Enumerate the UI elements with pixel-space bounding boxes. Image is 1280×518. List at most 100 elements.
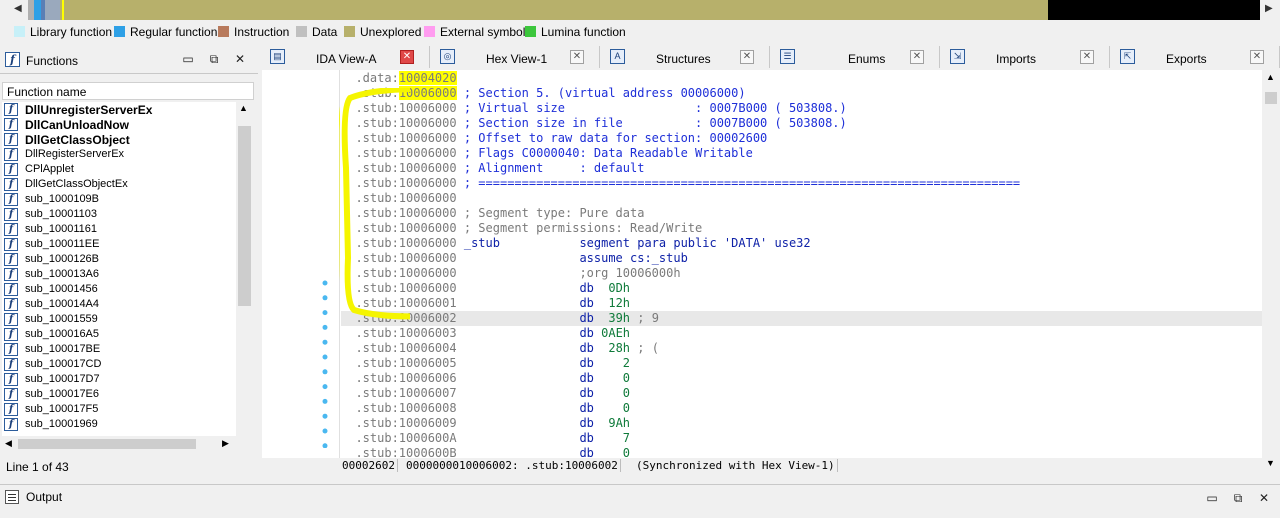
function-list-item[interactable]: f sub_100017E6: [2, 387, 236, 402]
function-list-item[interactable]: f sub_100011EE: [2, 237, 236, 252]
disasm-line[interactable]: .stub:10006000 ; Offset to raw data for …: [341, 131, 1262, 146]
disasm-line[interactable]: .stub:10006008 db 0: [341, 401, 1262, 416]
function-list-item[interactable]: f CPlApplet: [2, 162, 236, 177]
function-list-item[interactable]: f DllGetClassObjectEx: [2, 177, 236, 192]
scrollbar-thumb[interactable]: [238, 126, 251, 306]
minimize-button[interactable]: ▭: [1204, 490, 1220, 506]
disasm-line[interactable]: .stub:10006000 _stub segment para public…: [341, 236, 1262, 251]
disasm-line[interactable]: .stub:10006000 ; Section size in file : …: [341, 116, 1262, 131]
function-list-item[interactable]: f sub_100017BE: [2, 342, 236, 357]
line-address[interactable]: .data:10004020: [355, 71, 457, 85]
line-address[interactable]: .stub:10006000: [355, 161, 456, 175]
line-address[interactable]: .stub:10006000: [355, 221, 456, 235]
disasm-line[interactable]: .stub:10006000 ;org 10006000h: [341, 266, 1262, 281]
function-list-item[interactable]: f sub_1000126B: [2, 252, 236, 267]
function-list-item[interactable]: f sub_10001559: [2, 312, 236, 327]
function-list-item[interactable]: f sub_100017F5: [2, 402, 236, 417]
disasm-line[interactable]: .stub:10006000 ; Segment type: Pure data: [341, 206, 1262, 221]
tab-hex-view-1[interactable]: ◎ Hex View-1 ✕: [432, 46, 600, 68]
functions-list[interactable]: f DllUnregisterServerEx f DllCanUnloadNow f D…: [2, 102, 236, 436]
line-address[interactable]: .stub:10006003: [355, 326, 456, 340]
line-address[interactable]: .stub:10006001: [355, 296, 456, 310]
line-address[interactable]: .stub:10006000: [355, 131, 456, 145]
line-address[interactable]: .stub:10006000: [355, 86, 457, 100]
disasm-line[interactable]: .stub:10006005 db 2: [341, 356, 1262, 371]
close-tab-icon[interactable]: ✕: [1080, 50, 1094, 64]
disasm-line[interactable]: .stub:10006000 ; Alignment : default: [341, 161, 1262, 176]
restore-button[interactable]: ⧉: [1230, 490, 1246, 506]
function-list-item[interactable]: f sub_100017CD: [2, 357, 236, 372]
disasm-line[interactable]: .stub:10006009 db 9Ah: [341, 416, 1262, 431]
restore-button[interactable]: ⧉: [206, 51, 222, 67]
disassembly-listing[interactable]: .data:10004020 .stub:10006000 ; Section …: [341, 70, 1262, 458]
scrollbar-thumb[interactable]: [1265, 92, 1277, 104]
line-address[interactable]: .stub:10006000: [355, 206, 456, 220]
disasm-line[interactable]: .stub:10006000 ; Segment permissions: Re…: [341, 221, 1262, 236]
disassembly-vertical-scrollbar[interactable]: ▲ ▼: [1262, 70, 1280, 472]
function-list-item[interactable]: f DllCanUnloadNow: [2, 117, 236, 132]
line-address[interactable]: .stub:10006000: [355, 176, 456, 190]
highlighted-address[interactable]: 10004020: [398, 71, 457, 85]
function-list-item[interactable]: f DllUnregisterServerEx: [2, 102, 236, 117]
functions-vertical-scrollbar[interactable]: ▲: [236, 102, 253, 436]
disasm-line[interactable]: .stub:1000600B db 0: [341, 446, 1262, 458]
disasm-line[interactable]: .stub:10006006 db 0: [341, 371, 1262, 386]
line-address[interactable]: .stub:10006000: [355, 251, 456, 265]
tab-imports[interactable]: ⇲ Imports ✕: [942, 46, 1110, 68]
line-address[interactable]: .stub:10006000: [355, 281, 456, 295]
line-address[interactable]: .stub:10006007: [355, 386, 456, 400]
close-tab-icon[interactable]: ✕: [910, 50, 924, 64]
line-address[interactable]: .stub:10006000: [355, 236, 456, 250]
line-address[interactable]: .stub:10006000: [355, 146, 456, 160]
line-address[interactable]: .stub:1000600A: [355, 431, 456, 445]
close-button[interactable]: ✕: [232, 51, 248, 67]
close-tab-icon[interactable]: ✕: [400, 50, 414, 64]
highlighted-address[interactable]: 10006000: [398, 86, 457, 100]
function-list-item[interactable]: f sub_100017D7: [2, 372, 236, 387]
scrollbar-thumb[interactable]: [18, 439, 196, 449]
scroll-up-icon[interactable]: ▲: [239, 103, 248, 113]
close-tab-icon[interactable]: ✕: [570, 50, 584, 64]
function-list-item[interactable]: f sub_10001456: [2, 282, 236, 297]
function-list-item[interactable]: f sub_100014A4: [2, 297, 236, 312]
disasm-line[interactable]: .data:10004020: [341, 71, 1262, 86]
disasm-line[interactable]: .stub:10006001 db 12h: [341, 296, 1262, 311]
nav-scroll-left-button[interactable]: ◀: [0, 0, 28, 20]
nav-scroll-right-button[interactable]: ▶: [1262, 0, 1280, 20]
disasm-line[interactable]: .stub:10006000 db 0Dh: [341, 281, 1262, 296]
line-address[interactable]: .stub:10006008: [355, 401, 456, 415]
line-address[interactable]: .stub:10006009: [355, 416, 456, 430]
minimize-button[interactable]: ▭: [180, 51, 196, 67]
line-address[interactable]: .stub:10006004: [355, 341, 456, 355]
line-address[interactable]: .stub:10006000: [355, 116, 456, 130]
disasm-line[interactable]: .stub:1000600A db 7: [341, 431, 1262, 446]
close-button[interactable]: ✕: [1256, 490, 1272, 506]
function-list-item[interactable]: f DllGetClassObject: [2, 132, 236, 147]
line-address[interactable]: .stub:10006006: [355, 371, 456, 385]
functions-horizontal-scrollbar[interactable]: ◀ ▶: [2, 436, 236, 452]
function-list-item[interactable]: f sub_10001161: [2, 222, 236, 237]
line-address[interactable]: .stub:10006000: [355, 191, 456, 205]
function-list-item[interactable]: f DllRegisterServerEx: [2, 147, 236, 162]
disasm-line[interactable]: .stub:10006000 ; =======================…: [341, 176, 1262, 191]
disasm-line[interactable]: .stub:10006003 db 0AEh: [341, 326, 1262, 341]
tab-enums[interactable]: ☰ Enums ✕: [772, 46, 940, 68]
line-address[interactable]: .stub:10006000: [355, 101, 456, 115]
line-address[interactable]: .stub:10006000: [355, 266, 456, 280]
line-address[interactable]: .stub:10006002: [355, 311, 456, 325]
tab-structures[interactable]: A Structures ✕: [602, 46, 770, 68]
function-list-item[interactable]: f sub_100016A5: [2, 327, 236, 342]
scroll-down-icon[interactable]: ▼: [1266, 458, 1275, 468]
current-disasm-line[interactable]: .stub:10006002 db 39h ; 9: [341, 311, 1262, 326]
ida-view-disassembly[interactable]: .data:10004020 .stub:10006000 ; Section …: [262, 70, 1262, 458]
disasm-line[interactable]: .stub:10006000 ; Section 5. (virtual add…: [341, 86, 1262, 101]
scroll-up-icon[interactable]: ▲: [1266, 72, 1275, 82]
navigation-band[interactable]: ◀ ▶: [0, 0, 1280, 20]
navigation-bar[interactable]: [28, 0, 1260, 20]
disasm-line[interactable]: .stub:10006000 ; Flags C0000040: Data Re…: [341, 146, 1262, 161]
close-tab-icon[interactable]: ✕: [740, 50, 754, 64]
function-list-item[interactable]: f sub_10001969: [2, 417, 236, 432]
tab-exports[interactable]: ⇱ Exports ✕: [1112, 46, 1280, 68]
function-list-item[interactable]: f sub_10001103: [2, 207, 236, 222]
function-list-item[interactable]: f sub_1000109B: [2, 192, 236, 207]
